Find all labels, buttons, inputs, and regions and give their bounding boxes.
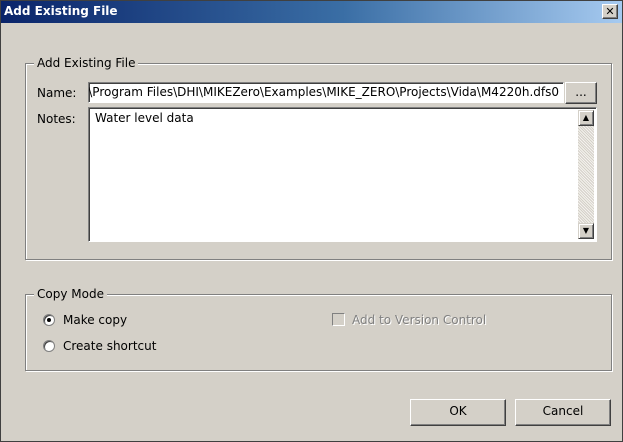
copy-mode-group: Copy Mode — [25, 287, 612, 371]
create-shortcut-radio[interactable] — [43, 340, 55, 352]
notes-text: Water level data — [95, 111, 194, 125]
create-shortcut-label[interactable]: Create shortcut — [63, 339, 156, 353]
browse-button-label: ... — [575, 85, 587, 99]
cancel-button[interactable]: Cancel — [515, 399, 611, 426]
add-existing-file-dialog: Add Existing File ✕ Add Existing File Na… — [0, 0, 623, 442]
name-field[interactable]: C:\Program Files\DHI\MIKEZero\Examples\M… — [88, 82, 564, 103]
copy-mode-legend: Copy Mode — [34, 287, 107, 301]
version-control-label: Add to Version Control — [352, 313, 487, 327]
file-group-legend: Add Existing File — [34, 56, 139, 70]
ok-button-label: OK — [449, 404, 467, 418]
scroll-up-button[interactable]: ▲ — [578, 110, 594, 126]
name-label: Name: — [37, 86, 77, 100]
make-copy-label[interactable]: Make copy — [63, 313, 127, 327]
close-button[interactable]: ✕ — [602, 4, 618, 19]
scroll-up-icon: ▲ — [582, 113, 590, 122]
title-bar[interactable]: Add Existing File ✕ — [1, 1, 622, 23]
radio-selected-dot — [47, 318, 51, 322]
ok-button[interactable]: OK — [410, 399, 506, 426]
cancel-button-label: Cancel — [542, 404, 584, 418]
scroll-down-icon: ▼ — [582, 226, 590, 235]
close-icon: ✕ — [605, 5, 615, 18]
browse-button[interactable]: ... — [565, 82, 597, 104]
name-field-value: C:\Program Files\DHI\MIKEZero\Examples\M… — [88, 85, 559, 99]
dialog-title: Add Existing File — [4, 4, 118, 18]
notes-label: Notes: — [37, 112, 76, 126]
notes-textarea[interactable]: Water level data ▲ ▼ — [88, 107, 597, 242]
scroll-down-button[interactable]: ▼ — [578, 223, 594, 239]
notes-scrollbar[interactable]: ▲ ▼ — [578, 110, 594, 239]
make-copy-radio[interactable] — [43, 314, 55, 326]
version-control-checkbox[interactable] — [332, 313, 345, 326]
